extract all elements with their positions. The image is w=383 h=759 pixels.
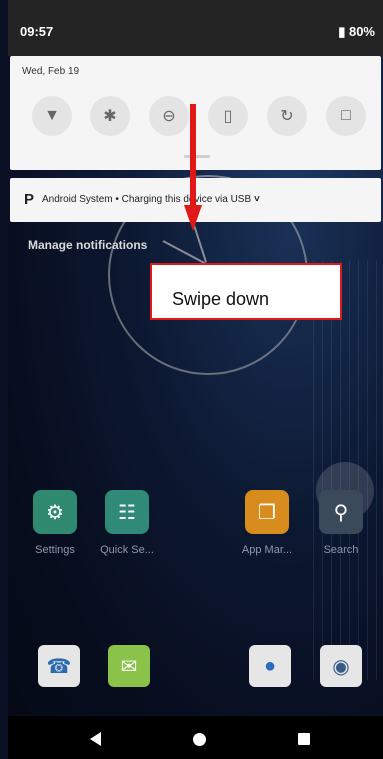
phone-icon[interactable]: ☎ [38,645,80,687]
app-search[interactable]: ⚲ Search [310,490,372,556]
qs-drag-handle[interactable] [184,155,210,158]
app-label: Quick Se... [100,544,154,556]
expand-chevron-icon[interactable]: ˅ [254,194,260,205]
flashlight-icon: ▯ [223,108,233,125]
flashlight-tile[interactable]: ▯ [208,96,248,136]
app-label: Settings [35,544,75,556]
bluetooth-tile[interactable]: ✱ [90,96,130,136]
notification-text: Android System • Charging this device vi… [42,194,260,205]
swipe-arrow-head-icon [184,205,202,231]
battery-saver-icon: □ [341,107,351,124]
callout-text: Swipe down [172,289,270,309]
notification-body: Android System • Charging this device vi… [42,194,252,205]
swipe-arrow-shaft [190,104,196,210]
camera-icon[interactable]: ◉ [320,645,362,687]
messages-icon[interactable]: ✉ [108,645,150,687]
app-app-market[interactable]: ❐ App Mar... [236,490,298,556]
battery-status: ▮ 80% [338,24,375,40]
search-icon: ⚲ [319,490,363,534]
gear-icon: ⚙ [33,490,77,534]
dnd-icon: ⊖ [162,108,176,125]
recents-icon[interactable] [298,733,310,745]
battery-saver-tile[interactable]: □ [326,96,366,136]
wifi-tile[interactable]: ▼ [32,96,72,136]
sliders-icon: ☷ [105,490,149,534]
store-icon: ❐ [245,490,289,534]
status-time: 09:57 [20,24,54,39]
dnd-tile[interactable]: ⊖ [149,96,189,136]
home-icon[interactable] [193,733,206,746]
back-icon[interactable] [90,732,101,746]
bluetooth-icon: ✱ [103,108,117,125]
wifi-icon: ▼ [44,107,60,124]
rotate-icon: ↻ [280,108,294,125]
rotate-tile[interactable]: ↻ [267,96,307,136]
battery-percent: 80% [348,24,375,39]
browser-icon[interactable]: ● [249,645,291,687]
phone-screen: 09:57 ▮ 80% Wed, Feb 19 ▼ ✱ ⊖ ▯ ↻ □ P An… [8,0,383,759]
navigation-bar [8,716,383,759]
qs-date: Wed, Feb 19 [22,66,80,77]
app-label: Search [323,544,359,556]
battery-icon: ▮ [338,24,349,39]
app-label: App Mar... [241,544,293,556]
swipe-down-callout: Swipe down [150,263,342,320]
status-bar: 09:57 ▮ 80% [8,0,383,56]
android-system-icon: P [24,191,35,208]
app-quick-settings[interactable]: ☷ Quick Se... [96,490,158,556]
app-settings[interactable]: ⚙ Settings [24,490,86,556]
